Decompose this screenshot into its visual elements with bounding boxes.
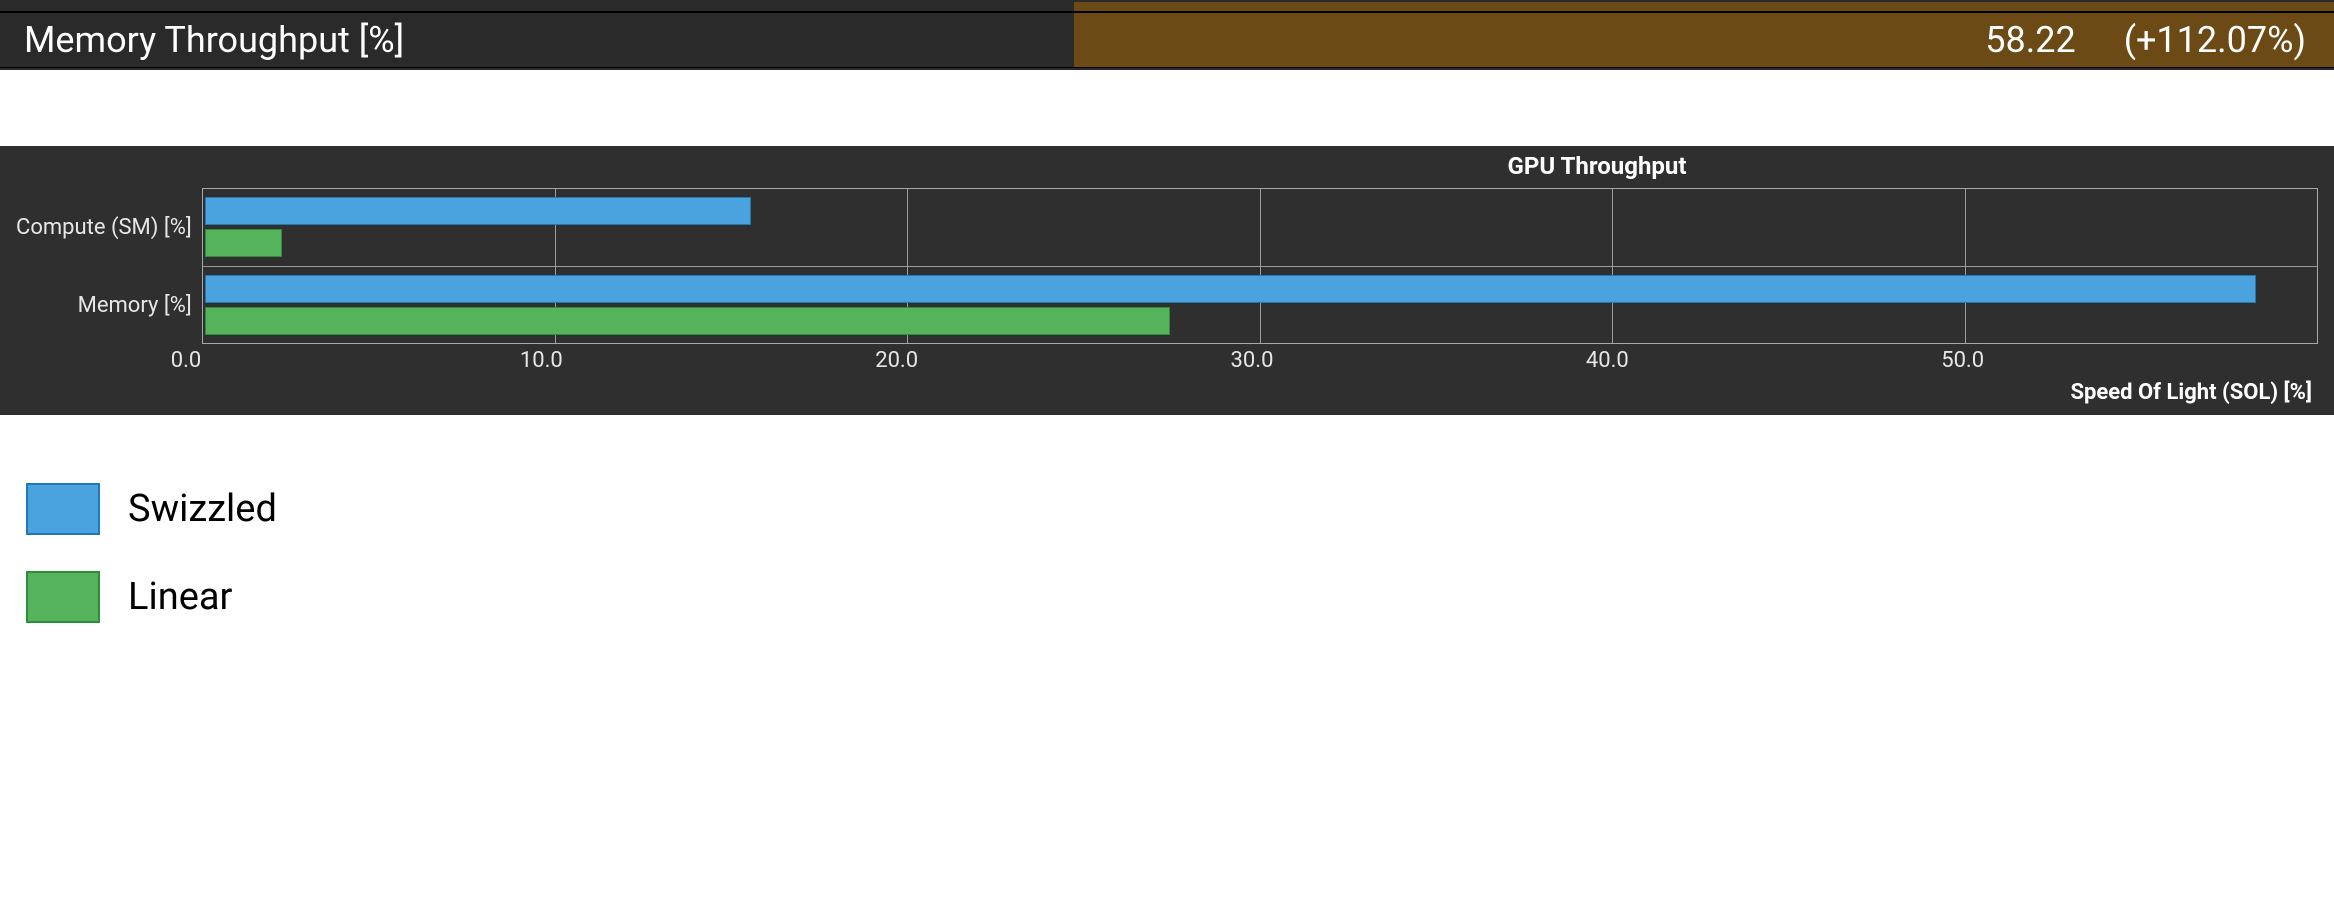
chart-body: Compute (SM) [%] Memory [%] bbox=[16, 188, 2318, 344]
legend-swatch-linear bbox=[26, 571, 100, 623]
bar-memory-swizzled bbox=[205, 275, 2256, 303]
chart-title: GPU Throughput bbox=[446, 146, 2334, 188]
y-axis: Compute (SM) [%] Memory [%] bbox=[16, 188, 202, 344]
gpu-throughput-chart: GPU Throughput Compute (SM) [%] Memory [… bbox=[0, 146, 2334, 415]
bar-memory-linear bbox=[205, 307, 1171, 335]
legend-item-swizzled: Swizzled bbox=[26, 483, 2334, 535]
x-axis-label: Speed Of Light (SOL) [%] bbox=[16, 378, 2318, 409]
bar-compute-linear bbox=[205, 229, 283, 257]
metric-value: 58.22 bbox=[1985, 19, 2075, 61]
x-axis: 0.0 10.0 20.0 30.0 40.0 50.0 bbox=[186, 344, 2318, 378]
metric-delta: (+112.07%) bbox=[2124, 19, 2306, 61]
metric-value-cell bbox=[1074, 2, 2334, 11]
x-tick: 20.0 bbox=[875, 348, 918, 373]
metric-label: Memory Throughput [%] bbox=[0, 13, 1074, 67]
x-tick: 50.0 bbox=[1941, 348, 1984, 373]
metric-value-cell: 58.22 (+112.07%) bbox=[1074, 13, 2334, 67]
legend-label: Linear bbox=[128, 575, 232, 619]
metrics-strip: Memory Throughput [%] 58.22 (+112.07%) bbox=[0, 0, 2334, 70]
spacer bbox=[0, 415, 2334, 483]
spacer bbox=[0, 70, 2334, 146]
legend-swatch-swizzled bbox=[26, 483, 100, 535]
legend-item-linear: Linear bbox=[26, 571, 2334, 623]
x-tick: 40.0 bbox=[1586, 348, 1629, 373]
metric-row-partial bbox=[0, 2, 2334, 12]
plot-area bbox=[202, 188, 2318, 344]
legend: Swizzled Linear bbox=[0, 483, 2334, 623]
y-category-memory: Memory [%] bbox=[16, 266, 202, 344]
metric-row-memory-throughput: Memory Throughput [%] 58.22 (+112.07%) bbox=[0, 12, 2334, 68]
legend-label: Swizzled bbox=[128, 487, 277, 531]
bar-compute-swizzled bbox=[205, 197, 751, 225]
x-tick: 30.0 bbox=[1231, 348, 1274, 373]
x-tick: 10.0 bbox=[520, 348, 563, 373]
gridline-h bbox=[203, 266, 2317, 267]
y-category-compute: Compute (SM) [%] bbox=[16, 188, 202, 266]
x-tick: 0.0 bbox=[171, 348, 202, 373]
metric-label-cell bbox=[0, 2, 1074, 11]
